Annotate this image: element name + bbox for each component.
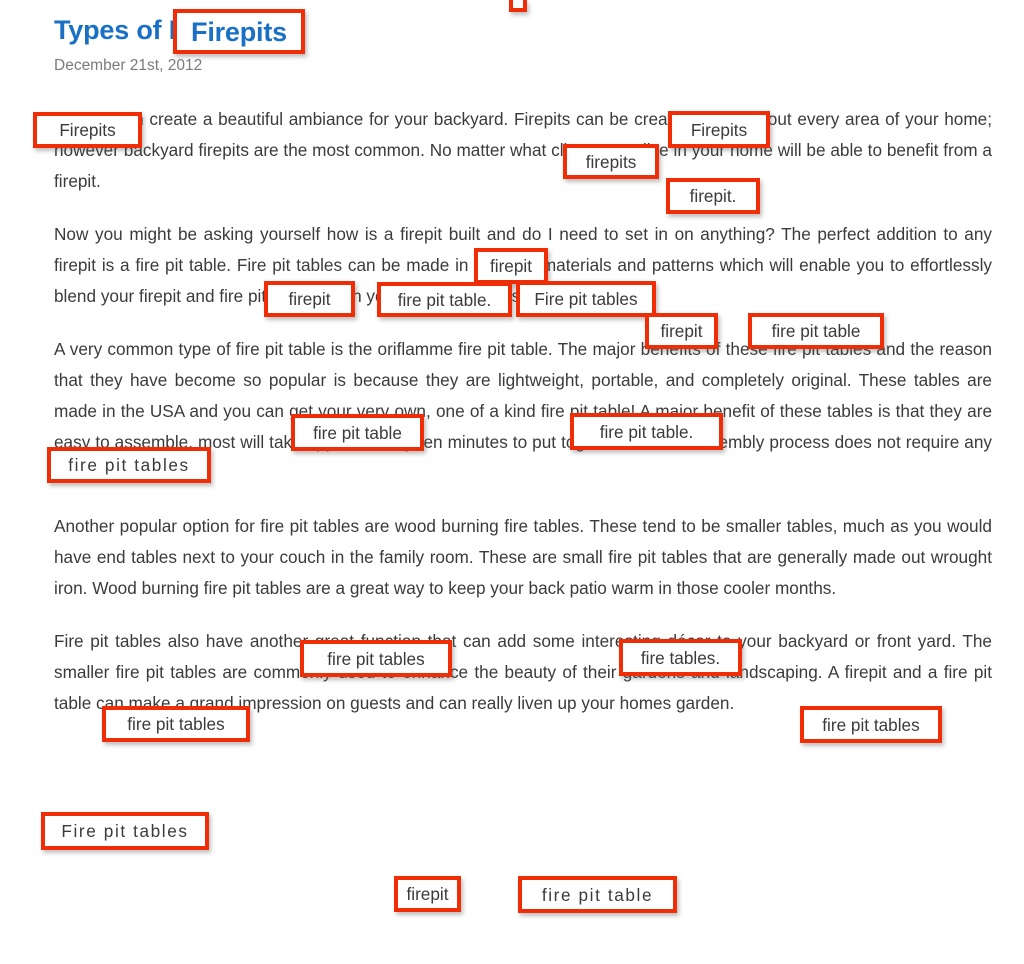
document-page: Types of Firepits December 21st, 2012 Fi… (0, 0, 1024, 964)
paragraph-5: Fire pit tables also have another great … (54, 631, 992, 713)
highlight-label: Fire pit tables (61, 821, 189, 841)
highlight-box: firepit (394, 876, 461, 912)
highlight-box: fire pit table (518, 876, 677, 913)
paragraph-2: Now you might be asking yourself how is … (54, 224, 992, 306)
highlight-label: firepit (406, 884, 449, 904)
paragraph-3: A very common type of fire pit table is … (54, 339, 992, 483)
page-title: Types of Firepits (54, 15, 265, 45)
paragraph-1: Firepits can create a beautiful ambiance… (54, 109, 992, 191)
highlight-box: Fire pit tables (41, 812, 209, 850)
highlight-label: fire pit table (541, 884, 654, 905)
article-body: Types of Firepits December 21st, 2012 Fi… (54, 0, 992, 719)
paragraph-4: Another popular option for fire pit tabl… (54, 516, 992, 598)
post-date: December 21st, 2012 (54, 57, 203, 74)
